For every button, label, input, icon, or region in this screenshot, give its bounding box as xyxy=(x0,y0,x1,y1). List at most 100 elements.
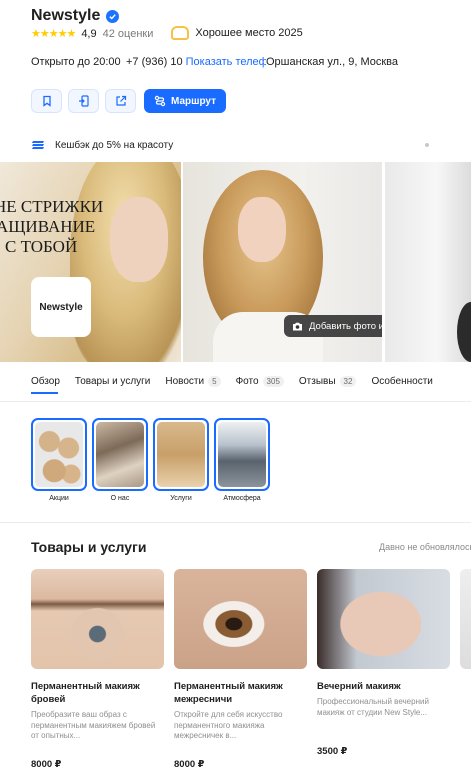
laurel-icon xyxy=(171,26,190,40)
product-image xyxy=(31,569,164,669)
add-photo-button[interactable]: Добавить фото или видео xyxy=(284,315,382,337)
tab-label: Особенности xyxy=(371,375,433,387)
product-name: Перманентный макияж межресничи xyxy=(174,681,283,705)
product-price: 8000 ₽ xyxy=(174,759,205,770)
story-label: О нас xyxy=(110,495,130,502)
gallery-photo-next[interactable] xyxy=(385,162,471,362)
show-phone-link[interactable]: Показать телефон xyxy=(186,56,266,68)
story-label: Акции xyxy=(49,495,69,502)
product-image xyxy=(174,569,307,669)
bookmark-icon xyxy=(42,95,51,107)
product-card[interactable]: Перманентный макияж межресничи Откройте … xyxy=(174,569,307,770)
tab-label: Обзор xyxy=(31,375,60,387)
products-section-title: Товары и услуги xyxy=(31,539,147,555)
divider xyxy=(0,401,471,402)
phone-arrow-icon xyxy=(78,95,89,107)
rating-row: ★★★★★ 4,9 42 оценки Хорошее место 2025 xyxy=(31,26,303,40)
business-title: Newstyle xyxy=(31,7,101,24)
story-image xyxy=(157,422,205,487)
product-description: Преобразите ваш образ с перманентным мак… xyxy=(31,710,156,740)
products-update-note: Давно не обновлялось xyxy=(379,542,471,552)
product-card[interactable]: Вечерний макияж Профессиональный вечерни… xyxy=(317,569,450,770)
product-price: 3500 ₽ xyxy=(317,746,348,757)
tab-news[interactable]: Новости 5 xyxy=(165,374,221,388)
photo-gallery[interactable]: НЕ СТРИЖКИ АЩИВАНИЕ С ТОБОЙ Newstyle Доб… xyxy=(0,162,471,362)
action-buttons: Маршрут xyxy=(31,89,227,113)
stories: Акции О нас Услуги Атмосфера xyxy=(31,418,270,502)
tabs: Обзор Товары и услуги Новости 5 Фото 305 О… xyxy=(31,374,433,388)
product-image xyxy=(317,569,450,669)
tab-products[interactable]: Товары и услуги xyxy=(75,374,151,388)
story-label: Услуги xyxy=(170,495,192,502)
product-name: Перманентный макияж бровей xyxy=(31,681,140,705)
divider xyxy=(0,522,471,523)
tab-reviews[interactable]: Отзывы 32 xyxy=(299,374,357,388)
tab-count: 32 xyxy=(339,375,357,387)
share-button[interactable] xyxy=(105,89,136,113)
award-badge[interactable]: Хорошее место 2025 xyxy=(171,26,303,40)
product-description: Откройте для себя искусство перманентног… xyxy=(174,710,283,740)
gallery-photo-hair[interactable]: Добавить фото или видео xyxy=(183,162,382,362)
promo-text: НЕ СТРИЖКИ АЩИВАНИЕ С ТОБОЙ xyxy=(0,197,103,257)
active-tab-indicator xyxy=(31,392,58,394)
share-icon xyxy=(115,95,126,106)
phone-block: +7 (936) 10 Показать телефон xyxy=(126,56,266,68)
product-card[interactable]: Перманентный макияж бровей Преобразите в… xyxy=(31,569,164,770)
reviews-count[interactable]: 42 оценки xyxy=(103,28,154,40)
cashback-indicator xyxy=(425,143,429,147)
cashback-label: Кешбэк до 5% на красоту xyxy=(55,139,174,151)
photo-shadow xyxy=(457,302,471,362)
tab-overview[interactable]: Обзор xyxy=(31,374,60,388)
story-thumbnail xyxy=(153,418,209,491)
story-thumbnail xyxy=(92,418,148,491)
product-description: Профессиональный вечерний макияж от студ… xyxy=(317,697,429,717)
camera-icon xyxy=(293,322,302,330)
tab-photos[interactable]: Фото 305 xyxy=(236,374,284,388)
tab-label: Фото xyxy=(235,375,259,387)
tab-label: Новости xyxy=(165,375,205,387)
gallery-photo-promo[interactable]: НЕ СТРИЖКИ АЩИВАНИЕ С ТОБОЙ Newstyle xyxy=(0,162,181,362)
photo-face xyxy=(110,197,168,282)
opening-hours[interactable]: Открыто до 20:00 xyxy=(31,56,126,68)
story-image xyxy=(35,422,83,487)
info-row: Открыто до 20:00 +7 (936) 10 Показать те… xyxy=(31,56,398,68)
story-about[interactable]: О нас xyxy=(92,418,148,502)
tab-count: 5 xyxy=(208,375,221,387)
route-label: Маршрут xyxy=(171,95,217,107)
promo-line: С ТОБОЙ xyxy=(5,237,78,256)
business-logo: Newstyle xyxy=(31,277,91,337)
phone-number: +7 (936) 10 xyxy=(126,56,183,68)
verified-icon xyxy=(106,9,120,23)
tab-features[interactable]: Особенности xyxy=(371,374,432,388)
products-carousel: Перманентный макияж бровей Преобразите в… xyxy=(31,569,471,770)
product-card-partial[interactable] xyxy=(460,569,471,770)
story-promotions[interactable]: Акции xyxy=(31,418,87,502)
rating-value: 4,9 xyxy=(81,28,97,40)
route-icon xyxy=(154,95,166,107)
business-header: Newstyle xyxy=(31,7,120,25)
tab-label: Отзывы xyxy=(298,375,336,387)
award-label: Хорошее место 2025 xyxy=(195,27,303,39)
bookmark-button[interactable] xyxy=(31,89,62,113)
story-thumbnail xyxy=(214,418,270,491)
tab-count: 305 xyxy=(262,375,284,387)
cashback-icon xyxy=(32,141,44,149)
photo-face xyxy=(238,197,286,262)
promo-line: НЕ СТРИЖКИ xyxy=(0,197,104,216)
story-services[interactable]: Услуги xyxy=(153,418,209,502)
product-price: 8000 ₽ xyxy=(31,759,62,770)
tab-label: Товары и услуги xyxy=(74,375,151,387)
story-atmosphere[interactable]: Атмосфера xyxy=(214,418,270,502)
address[interactable]: Оршанская ул., 9, Москва xyxy=(266,56,398,68)
story-image xyxy=(218,422,266,487)
story-image xyxy=(96,422,144,487)
route-button[interactable]: Маршрут xyxy=(144,89,227,113)
product-name: Вечерний макияж xyxy=(317,681,401,692)
add-photo-label: Добавить фото или видео xyxy=(309,320,382,332)
product-image xyxy=(460,569,471,669)
story-label: Атмосфера xyxy=(223,495,261,502)
send-to-phone-button[interactable] xyxy=(68,89,99,113)
cashback-banner[interactable]: Кешбэк до 5% на красоту xyxy=(31,139,173,151)
rating-stars: ★★★★★ xyxy=(31,28,76,40)
promo-line: АЩИВАНИЕ xyxy=(0,217,96,236)
